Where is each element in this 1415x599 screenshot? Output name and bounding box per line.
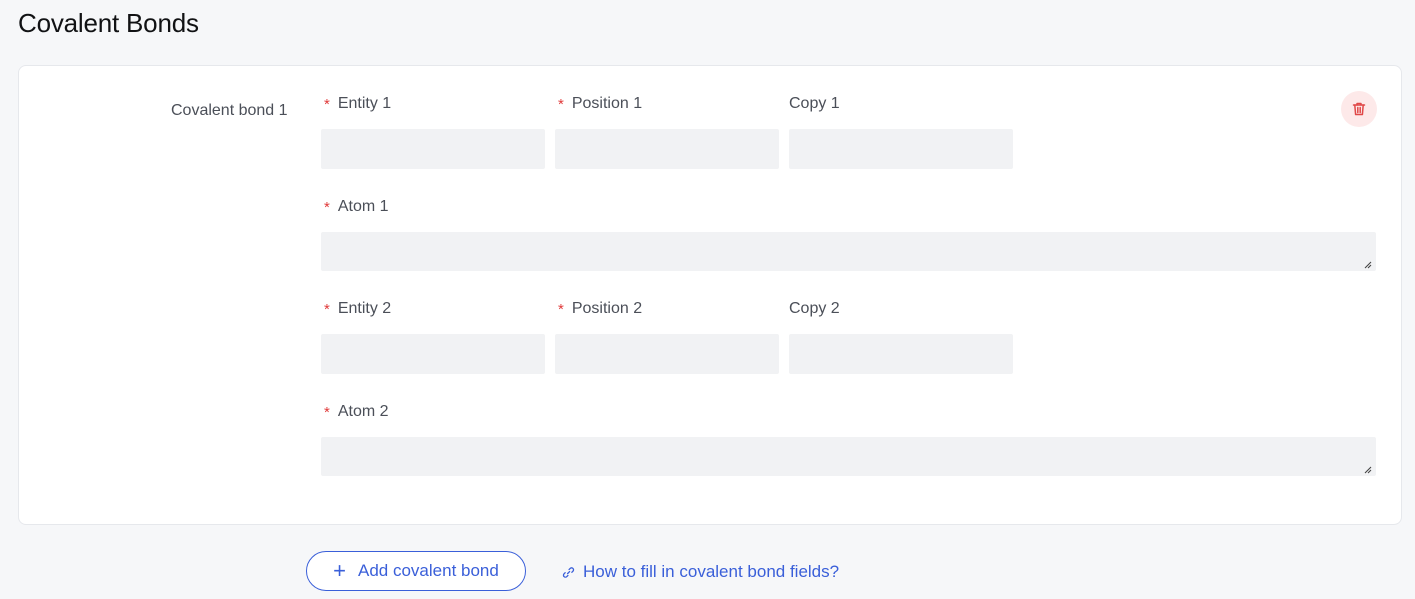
delete-bond-button[interactable] [1341, 91, 1377, 127]
position1-label: * Position 1 [558, 95, 643, 113]
add-covalent-bond-label: Add covalent bond [358, 561, 499, 580]
page-title: Covalent Bonds [18, 8, 199, 38]
entity2-label: * Entity 2 [324, 300, 392, 318]
copy1-input[interactable] [789, 129, 1013, 169]
copy2-input[interactable] [789, 334, 1013, 374]
position2-label: * Position 2 [558, 300, 643, 318]
required-marker: * [324, 301, 330, 318]
required-marker: * [558, 301, 564, 318]
help-link-label: How to fill in covalent bond fields? [583, 562, 840, 581]
position2-input[interactable] [555, 334, 779, 374]
covalent-bond-card: Covalent bond 1 * Entity 1 * Position 1 Co… [18, 65, 1402, 525]
entity2-input[interactable] [321, 334, 545, 374]
trash-icon [1352, 102, 1366, 116]
link-icon [562, 566, 575, 578]
atom2-textarea[interactable] [321, 437, 1376, 476]
required-marker: * [324, 96, 330, 113]
copy2-label: Copy 2 [789, 300, 840, 317]
required-marker: * [558, 96, 564, 113]
required-marker: * [324, 199, 330, 216]
add-covalent-bond-button[interactable]: + Add covalent bond [306, 551, 526, 591]
required-marker: * [324, 404, 330, 421]
bond-label: Covalent bond 1 [171, 102, 288, 119]
copy1-label: Copy 1 [789, 95, 840, 112]
plus-icon: + [333, 558, 346, 583]
atom1-label: * Atom 1 [324, 198, 389, 216]
atom1-textarea[interactable] [321, 232, 1376, 271]
entity1-label: * Entity 1 [324, 95, 392, 113]
entity1-input[interactable] [321, 129, 545, 169]
help-link[interactable]: How to fill in covalent bond fields? [562, 562, 839, 582]
atom2-label: * Atom 2 [324, 403, 389, 421]
position1-input[interactable] [555, 129, 779, 169]
